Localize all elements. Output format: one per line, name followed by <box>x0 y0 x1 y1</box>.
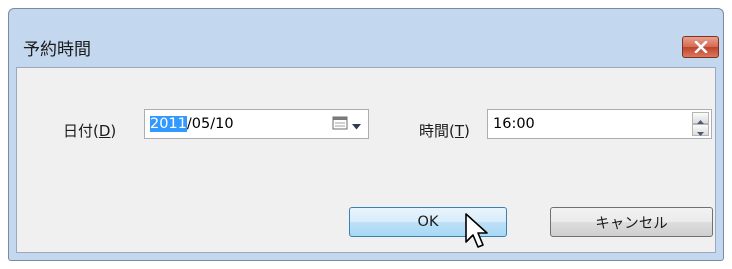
calendar-dropdown-button[interactable] <box>328 114 364 134</box>
close-icon <box>694 41 708 53</box>
chevron-down-icon <box>697 121 704 140</box>
time-label: 時間(T) <box>419 122 470 140</box>
reservation-time-dialog: 予約時間 日付(D) 2011/05/10 時間(T) 16:00 OK キャン… <box>8 8 724 261</box>
chevron-down-icon <box>351 115 361 134</box>
window-title: 予約時間 <box>23 40 91 60</box>
mouse-pointer-icon <box>464 212 490 256</box>
date-year-selection: 2011 <box>150 116 187 132</box>
calendar-icon <box>332 115 348 134</box>
dialog-body: 日付(D) 2011/05/10 時間(T) 16:00 OK キャンセル <box>16 67 716 253</box>
time-spin-buttons <box>692 112 709 136</box>
date-input-value[interactable]: 2011/05/10 <box>150 116 234 132</box>
time-spinner[interactable]: 16:00 <box>487 109 712 139</box>
cancel-button[interactable]: キャンセル <box>550 207 713 237</box>
date-picker[interactable]: 2011/05/10 <box>144 109 369 139</box>
date-label: 日付(D) <box>63 122 117 140</box>
time-input-value[interactable]: 16:00 <box>493 116 535 132</box>
title-bar[interactable]: 予約時間 <box>9 9 723 63</box>
spin-down-button[interactable] <box>692 124 709 136</box>
close-button[interactable] <box>682 36 719 58</box>
